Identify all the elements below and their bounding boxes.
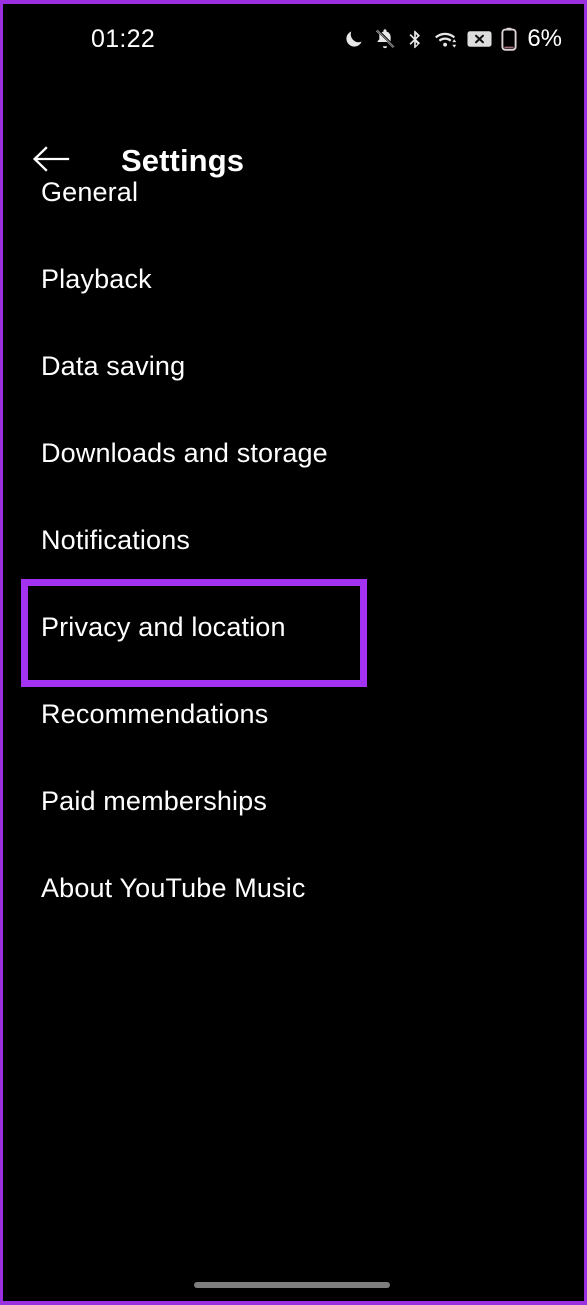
settings-item-label: Downloads and storage	[41, 438, 328, 469]
settings-item-privacy-and-location[interactable]: Privacy and location	[3, 579, 584, 687]
settings-item-general[interactable]: General	[3, 149, 584, 236]
battery-percent-label: 6%	[527, 25, 562, 52]
bell-muted-icon	[376, 29, 395, 49]
settings-item-notifications[interactable]: Notifications	[3, 497, 584, 584]
settings-item-label: Data saving	[41, 351, 186, 382]
home-indicator-bar[interactable]	[194, 1282, 390, 1288]
settings-item-label: Privacy and location	[41, 612, 286, 643]
settings-item-about-youtube-music[interactable]: About YouTube Music	[3, 845, 584, 932]
settings-item-label: Notifications	[41, 525, 191, 556]
battery-low-icon	[501, 27, 517, 51]
settings-item-downloads-and-storage[interactable]: Downloads and storage	[3, 410, 584, 497]
status-bar-clock: 01:22	[91, 25, 156, 53]
settings-item-label: Paid memberships	[41, 786, 267, 817]
settings-list: General Playback Data saving Downloads a…	[3, 149, 584, 932]
status-bar-icons: 6%	[343, 24, 562, 54]
phone-screenshot-frame: 01:22 6% Settings General Playback Data …	[0, 0, 587, 1305]
status-bar: 01:22 6%	[3, 4, 584, 66]
settings-item-label: General	[41, 177, 139, 208]
settings-item-label: About YouTube Music	[41, 873, 306, 904]
do-not-disturb-moon-icon	[346, 31, 362, 47]
settings-item-playback[interactable]: Playback	[3, 236, 584, 323]
settings-item-paid-memberships[interactable]: Paid memberships	[3, 758, 584, 845]
settings-item-label: Recommendations	[41, 699, 269, 730]
settings-item-label: Playback	[41, 264, 152, 295]
bluetooth-icon	[409, 30, 421, 49]
settings-item-data-saving[interactable]: Data saving	[3, 323, 584, 410]
wifi-icon	[435, 32, 457, 48]
settings-item-recommendations[interactable]: Recommendations	[3, 671, 584, 758]
app-bar: Settings	[3, 66, 584, 178]
no-sim-x-icon	[467, 31, 492, 47]
